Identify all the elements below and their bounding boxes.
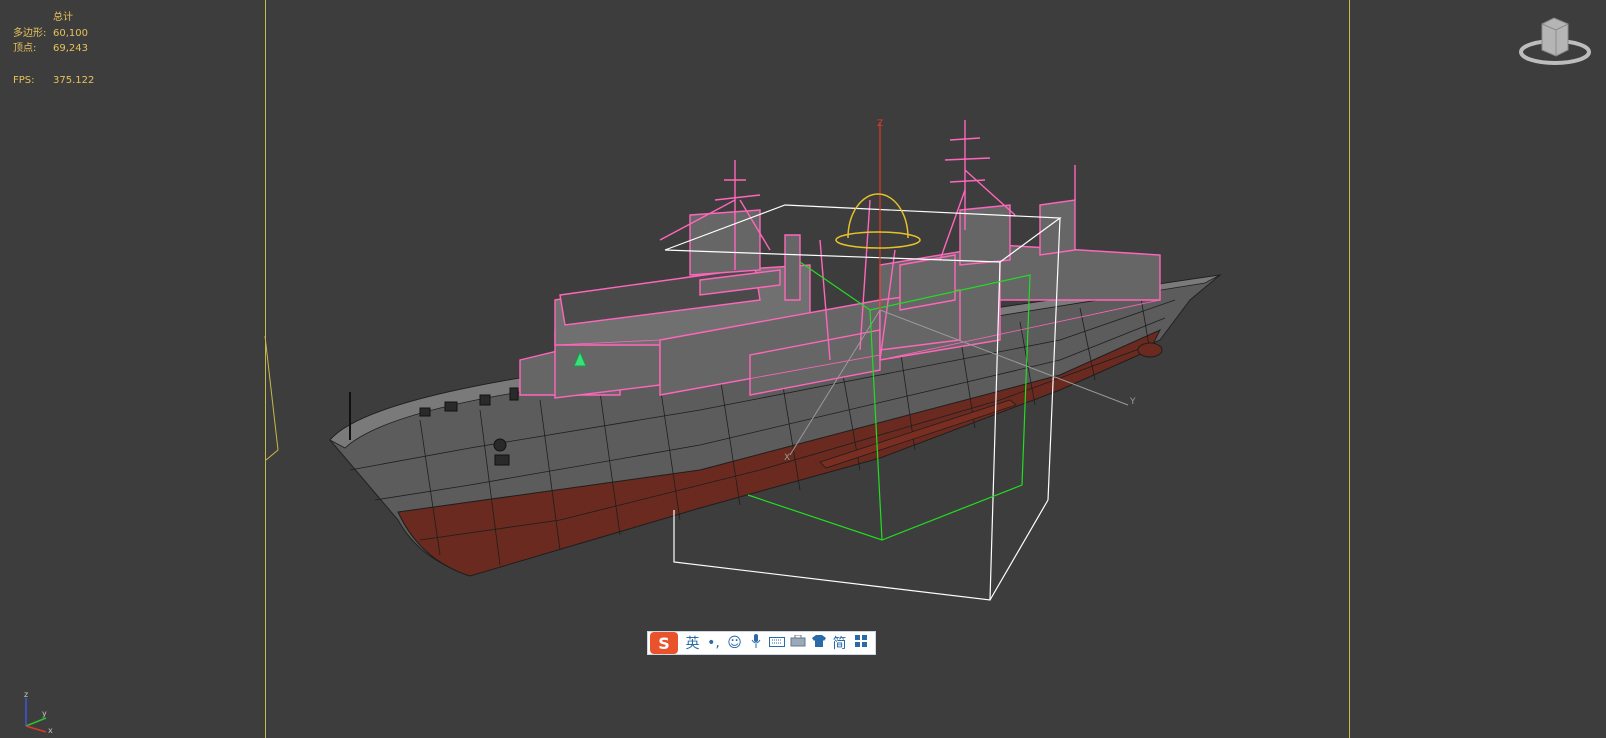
- ime-punctuation-button[interactable]: •,: [703, 635, 724, 651]
- ship-scene[interactable]: Z Y X: [0, 0, 1606, 738]
- shirt-icon[interactable]: [808, 635, 829, 651]
- toolbox-icon[interactable]: [787, 634, 808, 651]
- grid-menu-icon[interactable]: [850, 635, 871, 651]
- tripod-z-label: z: [24, 690, 28, 699]
- tripod-y-label: y: [42, 709, 47, 718]
- gizmo-y-label: Y: [1129, 397, 1136, 407]
- perspective-viewport[interactable]: 总计 多边形: 60,100 顶点: 69,243 FPS: 375.122 Z…: [0, 0, 1606, 738]
- ime-mode-button[interactable]: 简: [829, 633, 850, 653]
- sogou-logo-icon[interactable]: S: [650, 632, 678, 654]
- world-axis-tripod: z y x: [24, 690, 53, 734]
- ime-language-button[interactable]: 英: [682, 633, 703, 653]
- keyboard-icon[interactable]: [766, 635, 787, 651]
- ime-toolbar[interactable]: S 英 •, ☺ 简: [647, 631, 876, 655]
- gizmo-z-label: Z: [877, 119, 883, 129]
- safe-frame-bracket: [264, 335, 279, 461]
- microphone-icon[interactable]: [745, 634, 766, 652]
- tripod-x-label: x: [48, 726, 53, 734]
- smiley-icon[interactable]: ☺: [724, 635, 745, 651]
- viewcube-widget[interactable]: [1518, 14, 1592, 66]
- gizmo-x-label: X: [784, 453, 790, 463]
